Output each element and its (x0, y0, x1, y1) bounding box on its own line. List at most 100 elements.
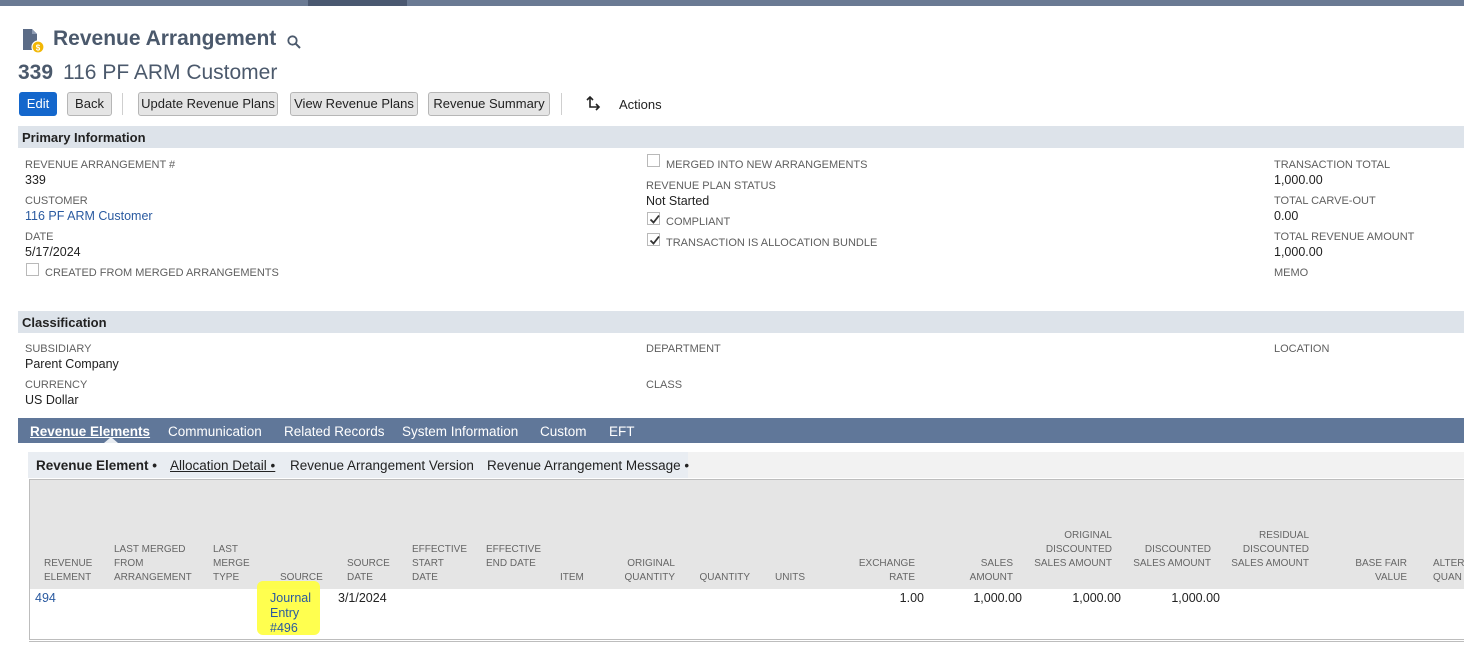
subtab-filler (688, 452, 1464, 478)
column-header[interactable]: UNITS (775, 571, 815, 585)
update-revenue-plans-button[interactable]: Update Revenue Plans (138, 92, 278, 116)
column-header[interactable]: ORIGINAL QUANTITY (615, 557, 675, 585)
original-discounted-sales-amount-cell: 1,000.00 (1072, 591, 1121, 605)
customer-label: CUSTOMER (25, 195, 88, 207)
toolbar-divider (122, 93, 123, 115)
date-label: DATE (25, 231, 54, 243)
compliant-label: COMPLIANT (666, 216, 731, 228)
section-title: Classification (22, 315, 107, 330)
back-button[interactable]: Back (67, 92, 112, 116)
column-header[interactable]: ITEM (560, 571, 600, 585)
subtab-allocation-detail[interactable]: Allocation Detail • (170, 458, 275, 473)
column-header[interactable]: BASE FAIR VALUE (1343, 557, 1407, 585)
svg-text:$: $ (36, 44, 41, 53)
tab-eft[interactable]: EFT (609, 424, 635, 439)
subsidiary-label: SUBSIDIARY (25, 343, 92, 355)
column-header[interactable]: SOURCE DATE (347, 557, 397, 585)
revenue-plan-status-value: Not Started (646, 194, 710, 208)
allocation-bundle-label: TRANSACTION IS ALLOCATION BUNDLE (666, 237, 878, 249)
actions-menu[interactable]: Actions (619, 97, 662, 112)
search-icon[interactable] (286, 34, 302, 50)
tab-label: System Information (402, 424, 519, 439)
subtab-revenue-element[interactable]: Revenue Element • (36, 458, 157, 473)
revenue-element-link[interactable]: 494 (35, 591, 56, 605)
active-tab-pointer (104, 437, 118, 443)
tab-label: Revenue Elements (30, 424, 151, 439)
source-date-cell: 3/1/2024 (338, 591, 387, 605)
section-title: Primary Information (22, 130, 146, 145)
column-header[interactable]: QUANTITY (690, 571, 750, 585)
view-revenue-plans-button[interactable]: View Revenue Plans (290, 92, 418, 116)
classification-header[interactable]: Classification (18, 311, 1464, 333)
tab-communication[interactable]: Communication (168, 424, 262, 439)
column-header[interactable]: REVENUE ELEMENT (44, 557, 94, 585)
created-from-merged-checkbox (26, 263, 39, 276)
active-nav-indicator (308, 0, 407, 6)
transaction-total-value: 1,000.00 (1274, 173, 1323, 187)
primary-information-header[interactable]: Primary Information (18, 126, 1464, 148)
department-label: DEPARTMENT (646, 343, 721, 355)
revenue-elements-table: REVENUE ELEMENT LAST MERGED FROM ARRANGE… (29, 479, 1464, 640)
column-header[interactable]: LAST MERGED FROM ARRANGEMENT (114, 543, 194, 585)
subtab-revenue-arrangement-message[interactable]: Revenue Arrangement Message • (487, 458, 689, 473)
record-tabs: Revenue Elements Communication Related R… (18, 418, 1464, 443)
class-label: CLASS (646, 379, 683, 391)
checkmark-icon (649, 214, 660, 224)
column-header[interactable]: LAST MERGE TYPE (213, 543, 253, 585)
tab-related-records[interactable]: Related Records (284, 424, 385, 439)
record-name: 116 PF ARM Customer (63, 61, 278, 84)
table-bottom-border (29, 641, 1464, 642)
top-navigation-bar (0, 0, 1464, 6)
customer-link[interactable]: 116 PF ARM Customer (25, 209, 153, 223)
column-header[interactable]: RESIDUAL DISCOUNTED SALES AMOUNT (1229, 529, 1309, 571)
edit-button[interactable]: Edit (19, 92, 57, 116)
toolbar-divider (561, 93, 562, 115)
transaction-total-label: TRANSACTION TOTAL (1274, 159, 1391, 171)
revenue-summary-button[interactable]: Revenue Summary (428, 92, 550, 116)
column-header[interactable]: DISCOUNTED SALES AMOUNT (1131, 543, 1211, 571)
column-header[interactable]: ORIGINAL DISCOUNTED SALES AMOUNT (1031, 529, 1112, 571)
source-link[interactable]: Journal Entry #496 (270, 591, 320, 636)
discounted-sales-amount-cell: 1,000.00 (1171, 591, 1220, 605)
created-from-merged-label: CREATED FROM MERGED ARRANGEMENTS (45, 267, 279, 279)
tab-label: Custom (540, 424, 587, 439)
location-label: LOCATION (1274, 343, 1330, 355)
revenue-plan-status-label: REVENUE PLAN STATUS (646, 180, 776, 192)
total-revenue-amount-value: 1,000.00 (1274, 245, 1323, 259)
revenue-arrangement-number-value: 339 (25, 173, 46, 187)
compliant-checkbox (647, 212, 660, 225)
record-number: 339 (18, 61, 54, 84)
actions-arrow-icon[interactable] (585, 94, 603, 112)
column-header[interactable]: EXCHANGE RATE (854, 557, 915, 585)
exchange-rate-cell: 1.00 (899, 591, 924, 605)
total-carve-out-value: 0.00 (1274, 209, 1299, 223)
column-header[interactable]: EFFECTIVE END DATE (486, 543, 541, 571)
page-title: Revenue Arrangement (53, 27, 277, 50)
tab-label: EFT (609, 424, 635, 439)
tab-label: Related Records (284, 424, 385, 439)
currency-value: US Dollar (25, 393, 79, 407)
checkmark-icon (649, 235, 660, 245)
merged-into-new-label: MERGED INTO NEW ARRANGEMENTS (666, 159, 868, 171)
revenue-element-subtabs: Revenue Element • Allocation Detail • Re… (28, 452, 1464, 478)
total-carve-out-label: TOTAL CARVE-OUT (1274, 195, 1376, 207)
column-header[interactable]: ALTERN QUAN (1433, 557, 1464, 585)
column-header[interactable]: SALES AMOUNT (949, 557, 1013, 585)
currency-label: CURRENCY (25, 379, 88, 391)
revenue-arrangement-number-label: REVENUE ARRANGEMENT # (25, 159, 176, 171)
tab-label: Communication (168, 424, 262, 439)
table-header: REVENUE ELEMENT LAST MERGED FROM ARRANGE… (30, 480, 1464, 589)
column-header[interactable]: EFFECTIVE START DATE (412, 543, 467, 585)
subtab-revenue-arrangement-version[interactable]: Revenue Arrangement Version (290, 458, 474, 473)
date-value: 5/17/2024 (25, 245, 81, 259)
merged-into-new-checkbox (647, 154, 660, 167)
subtab-label: Allocation Detail • (170, 458, 276, 473)
sales-amount-cell: 1,000.00 (973, 591, 1022, 605)
tab-system-information[interactable]: System Information (402, 424, 518, 439)
document-coin-icon: $ (20, 28, 46, 54)
subsidiary-value: Parent Company (25, 357, 119, 371)
total-revenue-amount-label: TOTAL REVENUE AMOUNT (1274, 231, 1415, 243)
tab-custom[interactable]: Custom (540, 424, 587, 439)
tab-revenue-elements[interactable]: Revenue Elements (30, 424, 150, 439)
memo-label: MEMO (1274, 267, 1309, 279)
